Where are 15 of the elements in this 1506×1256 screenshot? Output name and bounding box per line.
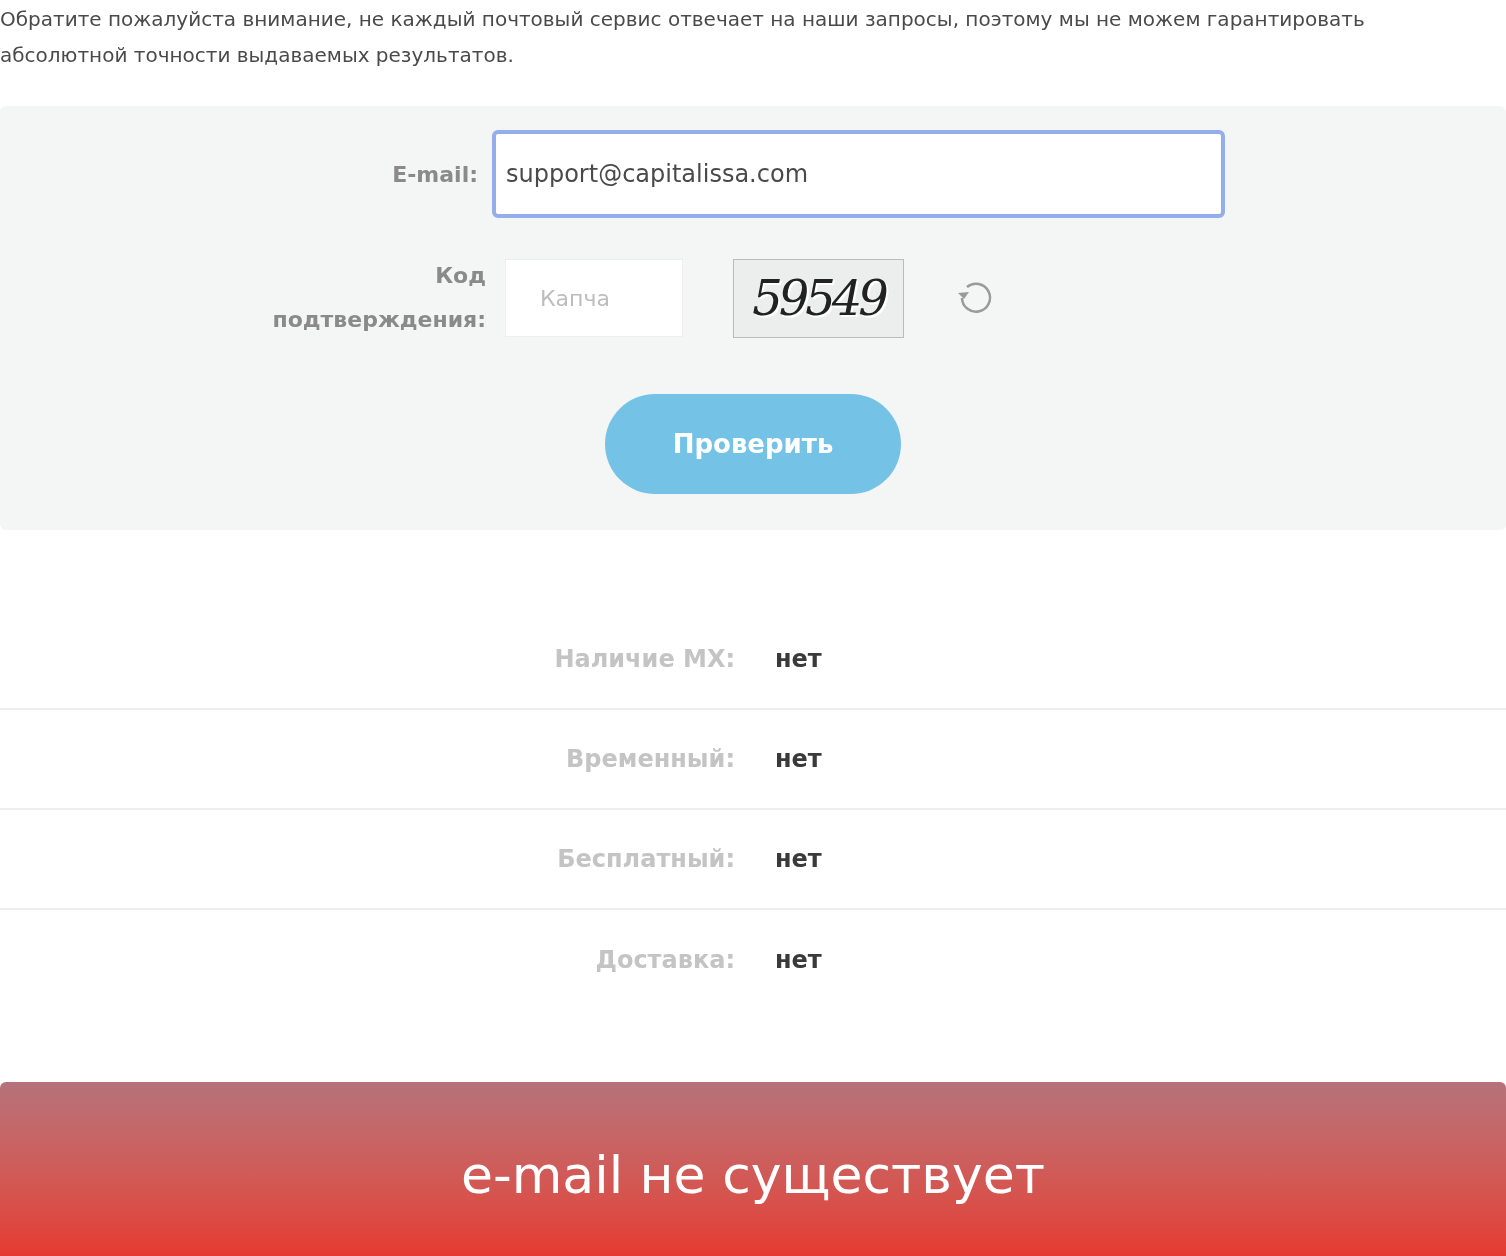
verdict-text: e-mail не существует — [460, 1144, 1046, 1207]
result-label: Временный: — [566, 744, 735, 775]
result-label: Бесплатный: — [557, 844, 735, 875]
code-label: Код подтверждения: — [271, 262, 486, 334]
result-label: Наличие MX: — [554, 644, 735, 675]
result-label: Доставка: — [595, 945, 735, 976]
result-value: нет — [775, 644, 822, 675]
result-value: нет — [775, 844, 822, 875]
notice-text: Обратите пожалуйста внимание, не каждый почтовый сервис отвечает на наши запросы, поэтому мы не можем гарантировать абсолютной точности выдаваемых результатов. — [0, 6, 1366, 69]
email-label: E-mail: — [392, 160, 478, 189]
captcha-image: 59549 — [733, 258, 904, 338]
email-field[interactable]: support@capitalissa.com — [492, 130, 1225, 218]
result-value: нет — [775, 945, 822, 976]
captcha-field[interactable]: Капча — [505, 259, 683, 337]
result-value: нет — [775, 744, 822, 775]
